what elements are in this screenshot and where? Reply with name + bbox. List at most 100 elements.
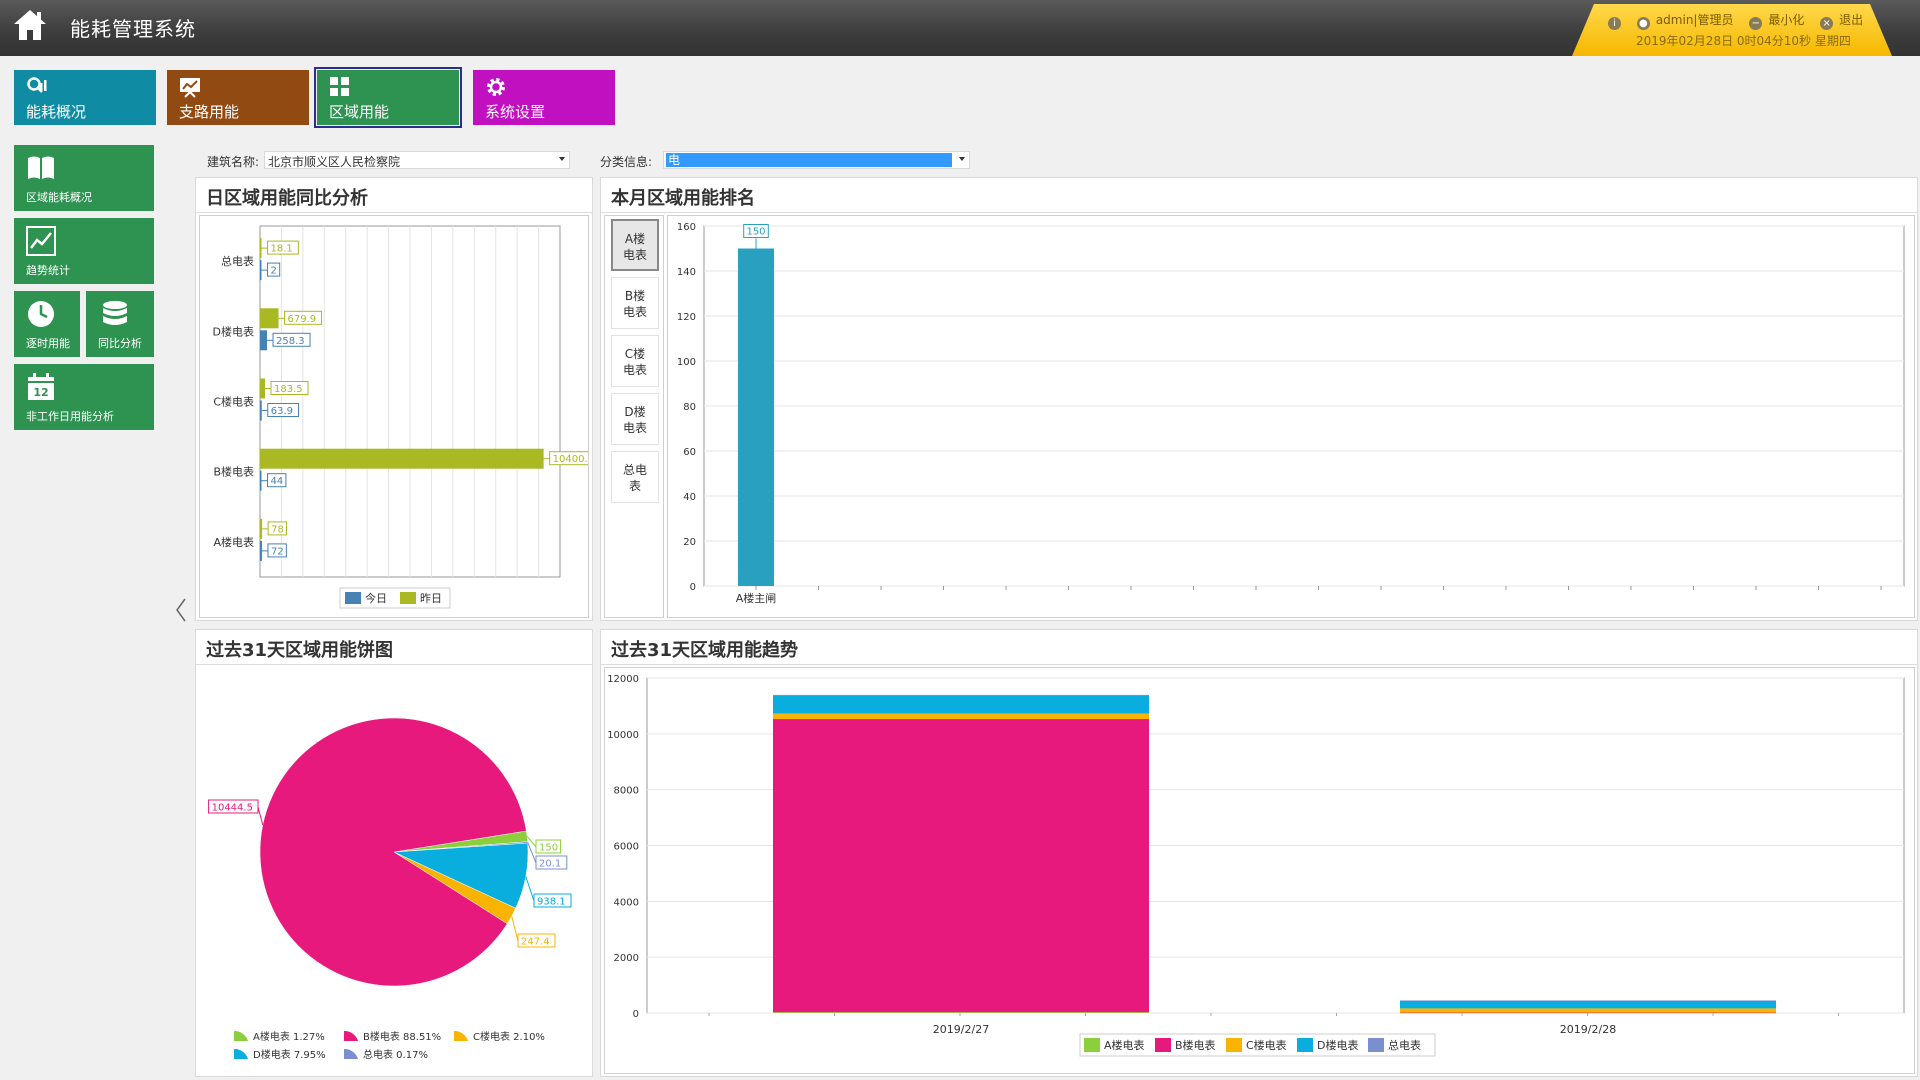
y-tick-label: 6000 xyxy=(614,842,639,853)
close-icon: × xyxy=(1820,17,1834,30)
y-tick-label: 120 xyxy=(677,312,696,323)
trend-chart-icon xyxy=(26,226,56,256)
legend-swatch xyxy=(344,1030,358,1041)
category-select[interactable]: 电 xyxy=(663,151,970,169)
legend-label: D楼电表 7.95% xyxy=(253,1048,326,1061)
meter-tab-c[interactable]: C楼 电表 xyxy=(611,335,659,387)
bar-today xyxy=(260,540,262,561)
meter-tab-b[interactable]: B楼 电表 xyxy=(611,277,659,329)
info-icon[interactable]: i xyxy=(1608,17,1621,30)
label-leader xyxy=(257,806,264,826)
panel-title: 日区域用能同比分析 xyxy=(206,188,368,209)
label-leader xyxy=(525,876,535,902)
legend-label: B楼电表 88.51% xyxy=(363,1030,441,1043)
clock-icon xyxy=(28,301,54,327)
gear-icon xyxy=(487,78,505,96)
slice-value-label: 20.1 xyxy=(539,859,561,870)
category-label: 总电表 xyxy=(221,254,254,268)
y-tick-label: 10000 xyxy=(607,730,639,741)
daily-compare-chart: 总电表 18.1 2 D楼电表 679.9 258.3 C楼电表 183.5 63.9 B楼电表 1… xyxy=(213,225,600,609)
home-icon[interactable] xyxy=(12,8,48,42)
panel-title: 本月区域用能排名 xyxy=(611,188,755,209)
bar-yesterday xyxy=(260,378,266,399)
minimize-button[interactable]: − 最小化 xyxy=(1749,13,1810,30)
side-area-overview[interactable]: 区域能耗概况 xyxy=(14,145,154,211)
value-label-yesterday: 183.5 xyxy=(274,384,303,395)
nav-energy-overview[interactable]: 能耗概况 xyxy=(14,70,156,125)
pie-chart: 150 10444.5 247.4 938.1 20.1 A楼电表 1.27% B楼电表 8… xyxy=(208,717,572,1061)
bar-yesterday xyxy=(260,518,263,539)
x-tick-label: 2019/2/28 xyxy=(1560,1023,1616,1036)
presentation-chart-icon xyxy=(180,78,200,98)
stacked-bar-segment xyxy=(773,713,1149,720)
dropdown-arrow-icon xyxy=(959,157,965,161)
meter-tab-total[interactable]: 总电表 xyxy=(611,451,659,503)
legend-label: C楼电表 2.10% xyxy=(473,1030,545,1043)
stacked-bar-segment xyxy=(1400,1008,1776,1013)
y-tick-label: 80 xyxy=(683,402,696,413)
stacked-bar-segment xyxy=(1400,1000,1776,1001)
slice-value-label: 150 xyxy=(539,843,558,854)
calendar-icon: 12 xyxy=(28,373,54,400)
y-tick-label: 8000 xyxy=(614,786,639,797)
value-label-yesterday: 78 xyxy=(271,524,284,535)
bar-yesterday xyxy=(260,238,262,259)
minimize-icon: − xyxy=(1749,17,1763,30)
bar xyxy=(738,248,774,586)
category-label: C楼电表 xyxy=(213,395,254,409)
value-label-today: 2 xyxy=(271,266,277,277)
user-panel: i ● admin|管理员 − 最小化 × 退出 2019年02月28日 0时04分1… xyxy=(1572,4,1892,56)
stacked-bar-segment xyxy=(773,1012,1149,1013)
y-tick-label: 0 xyxy=(633,1009,639,1020)
legend-swatch xyxy=(400,592,416,604)
nav-area-energy[interactable]: 区域用能 xyxy=(314,67,462,128)
legend-label: A楼电表 1.27% xyxy=(253,1030,325,1043)
legend-swatch xyxy=(234,1048,248,1059)
label-leader xyxy=(511,915,519,942)
y-tick-label: 140 xyxy=(677,267,696,278)
legend-label: 昨日 xyxy=(420,592,442,605)
building-label: 建筑名称: xyxy=(207,155,260,169)
top-bar: 能耗管理系统 i ● admin|管理员 − 最小化 × 退出 2019年02月28日… xyxy=(0,0,1920,56)
x-tick-label: 2019/2/27 xyxy=(933,1023,989,1036)
nav-system-settings[interactable]: 系统设置 xyxy=(473,70,615,125)
value-label-yesterday: 10400.5 xyxy=(553,454,588,465)
panel-title: 过去31天区域用能趋势 xyxy=(611,640,799,661)
y-tick-label: 100 xyxy=(677,357,696,368)
collapse-chevron-left-icon[interactable] xyxy=(174,596,188,624)
monthly-ranking-panel: 本月区域用能排名 A楼 电表 B楼 电表 C楼 电表 D楼 电表 总电表 0 20 40 60… xyxy=(600,177,1918,621)
y-tick-label: 40 xyxy=(683,492,696,503)
legend-label: 今日 xyxy=(365,591,387,605)
legend-label: A楼电表 xyxy=(1104,1038,1145,1052)
svg-text:12: 12 xyxy=(33,386,48,399)
logout-button[interactable]: × 退出 xyxy=(1820,13,1869,30)
y-tick-label: 0 xyxy=(690,582,696,593)
side-nonworkday-analysis[interactable]: 12 非工作日用能分析 xyxy=(14,364,154,430)
side-trend-stats[interactable]: 趋势统计 xyxy=(14,218,154,284)
bar-today xyxy=(260,330,268,351)
legend-swatch xyxy=(234,1030,248,1041)
legend-swatch xyxy=(345,592,361,604)
building-select[interactable]: 北京市顺义区人民检察院 xyxy=(264,151,570,169)
legend-swatch xyxy=(1155,1038,1171,1052)
daily-compare-panel: 日区域用能同比分析 总电表 18.1 2 D楼电表 679.9 258.3 C楼电表 183.… xyxy=(195,177,600,621)
y-tick-label: 20 xyxy=(683,537,696,548)
value-label-yesterday: 679.9 xyxy=(288,314,317,325)
nav-branch-energy[interactable]: 支路用能 xyxy=(167,70,309,125)
y-tick-label: 60 xyxy=(683,447,696,458)
side-hourly-energy[interactable]: 逐时用能 xyxy=(14,291,80,357)
user-icon: ● xyxy=(1636,17,1650,30)
y-tick-label: 2000 xyxy=(614,953,639,964)
user-name: admin|管理员 xyxy=(1655,13,1734,27)
bar-yesterday xyxy=(260,448,544,469)
side-yoy-analysis[interactable]: 同比分析 xyxy=(86,291,154,357)
meter-tab-a[interactable]: A楼 电表 xyxy=(611,219,659,271)
meter-tab-d[interactable]: D楼 电表 xyxy=(611,393,659,445)
value-label: 150 xyxy=(746,227,765,238)
trend-panel: 过去31天区域用能趋势 0 2000 4000 6000 8000 10000 12000 2… xyxy=(600,629,1918,1077)
y-tick-label: 4000 xyxy=(614,897,639,908)
slice-value-label: 938.1 xyxy=(537,897,566,908)
value-label-today: 258.3 xyxy=(276,336,305,347)
legend-label: D楼电表 xyxy=(1317,1038,1358,1052)
panel-title: 过去31天区域用能饼图 xyxy=(206,640,394,661)
